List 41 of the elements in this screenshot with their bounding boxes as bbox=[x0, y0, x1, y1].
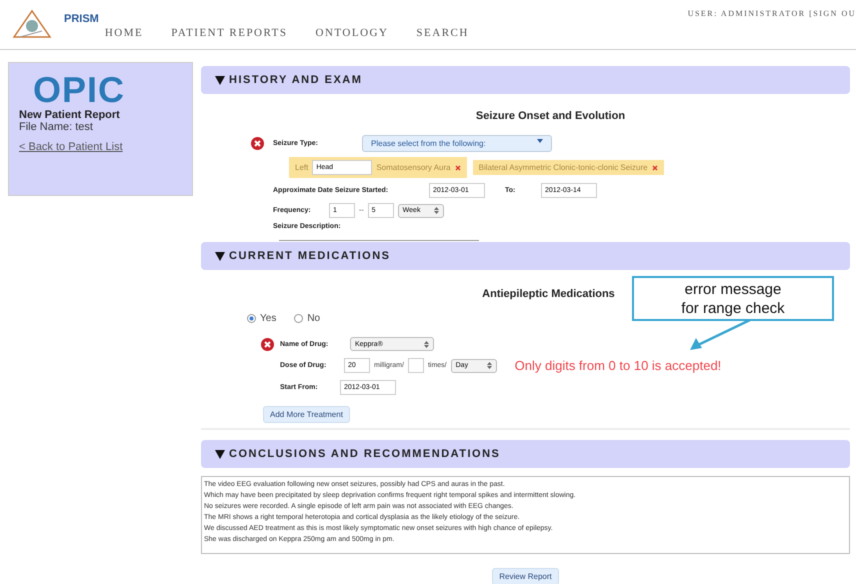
nav-link[interactable]: ONTOLOGY bbox=[316, 27, 388, 39]
tag-prefix: Left bbox=[295, 163, 308, 172]
radio-icon[interactable] bbox=[247, 314, 256, 323]
caret-icon bbox=[486, 362, 492, 369]
collapse-arrow-icon[interactable] bbox=[215, 251, 225, 261]
times-input[interactable] bbox=[408, 358, 424, 373]
section-header[interactable]: CURRENT MEDICATIONS bbox=[201, 242, 850, 270]
seizure-type-select[interactable]: Please select from the following: bbox=[362, 135, 552, 152]
remove-icon[interactable] bbox=[454, 164, 461, 170]
error-message: Only digits from 0 to 10 is accepted! bbox=[514, 358, 722, 373]
tag-label: Bilateral Asymmetric Clonic-tonic-clonic Seizure bbox=[478, 163, 648, 172]
form-heading: Antiepileptic Medications bbox=[482, 288, 615, 300]
annotation-text: for range check bbox=[681, 298, 785, 318]
nav-link[interactable]: SEARCH bbox=[416, 27, 469, 39]
file-name: File Name: test bbox=[19, 121, 94, 133]
collapse-arrow-icon[interactable] bbox=[215, 75, 225, 85]
section-header[interactable]: HISTORY AND EXAM bbox=[201, 66, 850, 94]
annotation-text: error message bbox=[684, 280, 782, 298]
section-title: HISTORY AND EXAM bbox=[229, 74, 362, 86]
caret-icon bbox=[424, 340, 429, 348]
remove-icon[interactable] bbox=[652, 164, 658, 170]
radio-icon[interactable] bbox=[294, 314, 304, 323]
radio-option[interactable]: No bbox=[294, 313, 320, 324]
form-heading: Seizure Onset and Evolution bbox=[476, 110, 626, 122]
nav-link[interactable]: HOME bbox=[104, 27, 144, 39]
collapse-arrow-icon[interactable] bbox=[215, 449, 225, 459]
review-report-button[interactable]: Review Report bbox=[492, 568, 559, 584]
user-info: USER: ADMINISTRATOR [SIGN OU bbox=[688, 9, 856, 18]
section-title: CURRENT MEDICATIONS bbox=[229, 250, 391, 262]
opic-logo: OPIC bbox=[33, 71, 126, 109]
brand-name: PRISM bbox=[64, 13, 99, 25]
radio-option[interactable]: Yes bbox=[247, 313, 276, 324]
section-title: CONCLUSIONS AND RECOMMENDATIONS bbox=[229, 448, 500, 460]
section-header[interactable]: CONCLUSIONS AND RECOMMENDATIONS bbox=[201, 440, 850, 468]
dropdown-icon bbox=[537, 139, 543, 143]
report-title: New Patient Report bbox=[19, 109, 121, 121]
caret-icon bbox=[434, 207, 439, 214]
tag-label: Somatosensory Aura bbox=[376, 163, 451, 172]
add-treatment-button[interactable]: Add More Treatment bbox=[263, 406, 350, 423]
back-link[interactable]: < Back to Patient List bbox=[19, 141, 182, 153]
nav-link[interactable]: PATIENT REPORTS bbox=[171, 27, 288, 39]
